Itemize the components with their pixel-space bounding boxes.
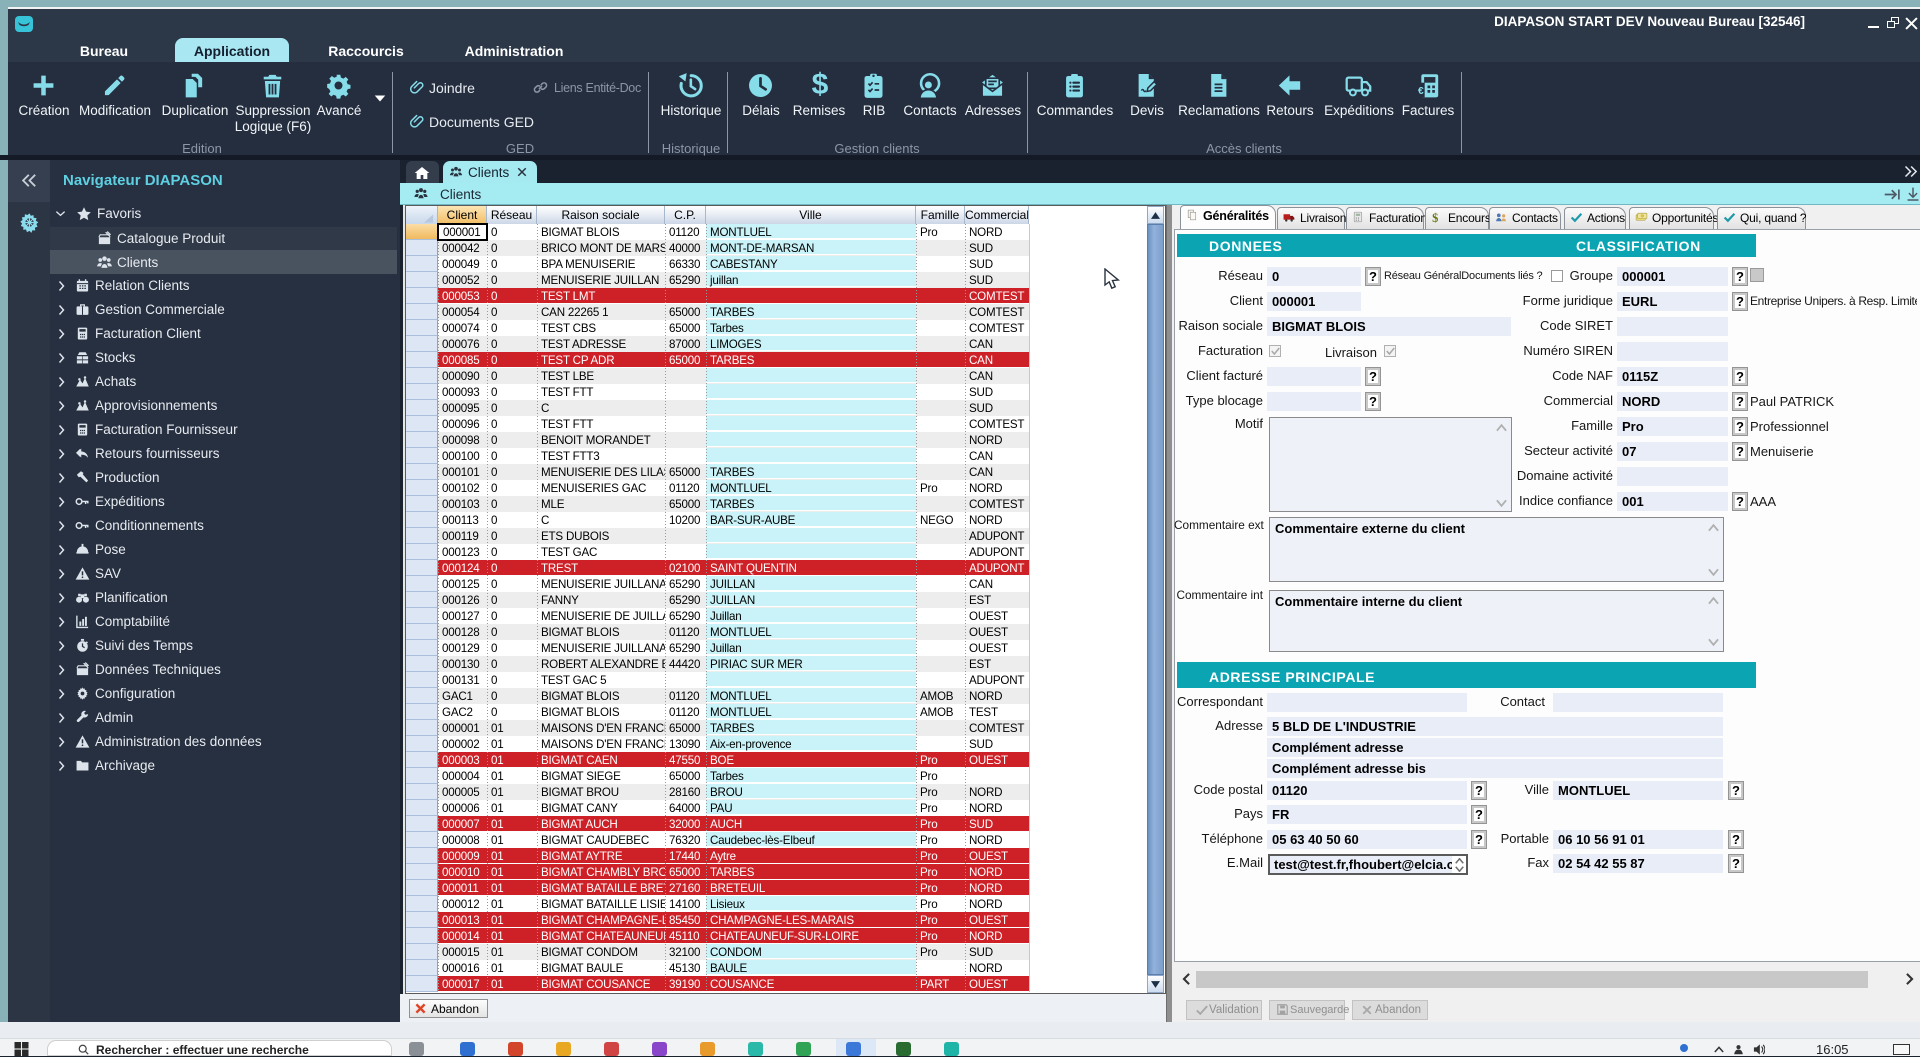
svg-text:€: € (1418, 86, 1424, 97)
svg-text:$: $ (1432, 211, 1438, 224)
